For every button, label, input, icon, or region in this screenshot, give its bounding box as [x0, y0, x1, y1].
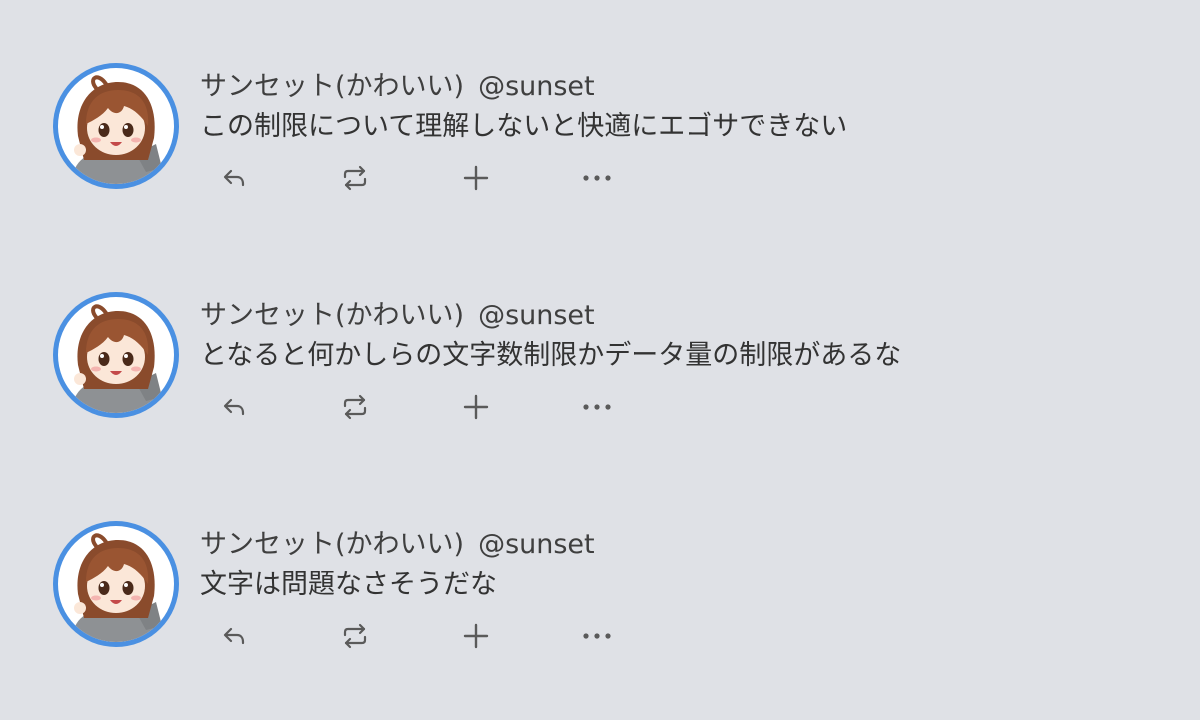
plus-icon	[463, 394, 489, 420]
post-header: サンセット(かわいい) @sunset	[200, 530, 595, 560]
post-actions	[200, 158, 640, 198]
repost-button[interactable]	[321, 616, 389, 656]
more-icon	[583, 175, 611, 181]
post-text: となると何かしらの文字数制限かデータ量の制限があるな	[200, 340, 902, 371]
post-item[interactable]: サンセット(かわいい) @sunset となると何かしらの文字数制限かデータ量の制…	[0, 287, 1200, 447]
reply-icon	[223, 169, 245, 187]
repost-icon	[343, 394, 367, 420]
post-item[interactable]: サンセット(かわいい) @sunset この制限について理解しないと快適にエゴサで…	[0, 58, 1200, 218]
more-button[interactable]	[563, 616, 631, 656]
post-actions	[200, 616, 640, 656]
display-name[interactable]: サンセット(かわいい)	[200, 529, 464, 560]
anime-girl-avatar-icon	[58, 297, 174, 413]
anime-girl-avatar-icon	[58, 526, 174, 642]
post-header: サンセット(かわいい) @sunset	[200, 72, 595, 102]
more-button[interactable]	[563, 387, 631, 427]
add-button[interactable]	[442, 158, 510, 198]
post-actions	[200, 387, 640, 427]
add-button[interactable]	[442, 387, 510, 427]
user-handle[interactable]: @sunset	[478, 529, 595, 560]
display-name[interactable]: サンセット(かわいい)	[200, 300, 464, 331]
more-icon	[583, 633, 611, 639]
repost-button[interactable]	[321, 387, 389, 427]
more-icon	[583, 404, 611, 410]
reply-icon	[223, 398, 245, 416]
more-button[interactable]	[563, 158, 631, 198]
reply-button[interactable]	[200, 616, 268, 656]
plus-icon	[463, 623, 489, 649]
repost-icon	[343, 165, 367, 191]
post-text: 文字は問題なさそうだな	[200, 569, 497, 600]
reply-button[interactable]	[200, 387, 268, 427]
repost-button[interactable]	[321, 158, 389, 198]
avatar[interactable]	[53, 63, 179, 189]
reply-icon	[223, 627, 245, 645]
post-header: サンセット(かわいい) @sunset	[200, 301, 595, 331]
reply-button[interactable]	[200, 158, 268, 198]
user-handle[interactable]: @sunset	[478, 300, 595, 331]
avatar[interactable]	[53, 521, 179, 647]
avatar[interactable]	[53, 292, 179, 418]
post-text: この制限について理解しないと快適にエゴサできない	[200, 111, 848, 142]
user-handle[interactable]: @sunset	[478, 71, 595, 102]
repost-icon	[343, 623, 367, 649]
anime-girl-avatar-icon	[58, 68, 174, 184]
post-item[interactable]: サンセット(かわいい) @sunset 文字は問題なさそうだな	[0, 516, 1200, 676]
display-name[interactable]: サンセット(かわいい)	[200, 71, 464, 102]
add-button[interactable]	[442, 616, 510, 656]
plus-icon	[463, 165, 489, 191]
